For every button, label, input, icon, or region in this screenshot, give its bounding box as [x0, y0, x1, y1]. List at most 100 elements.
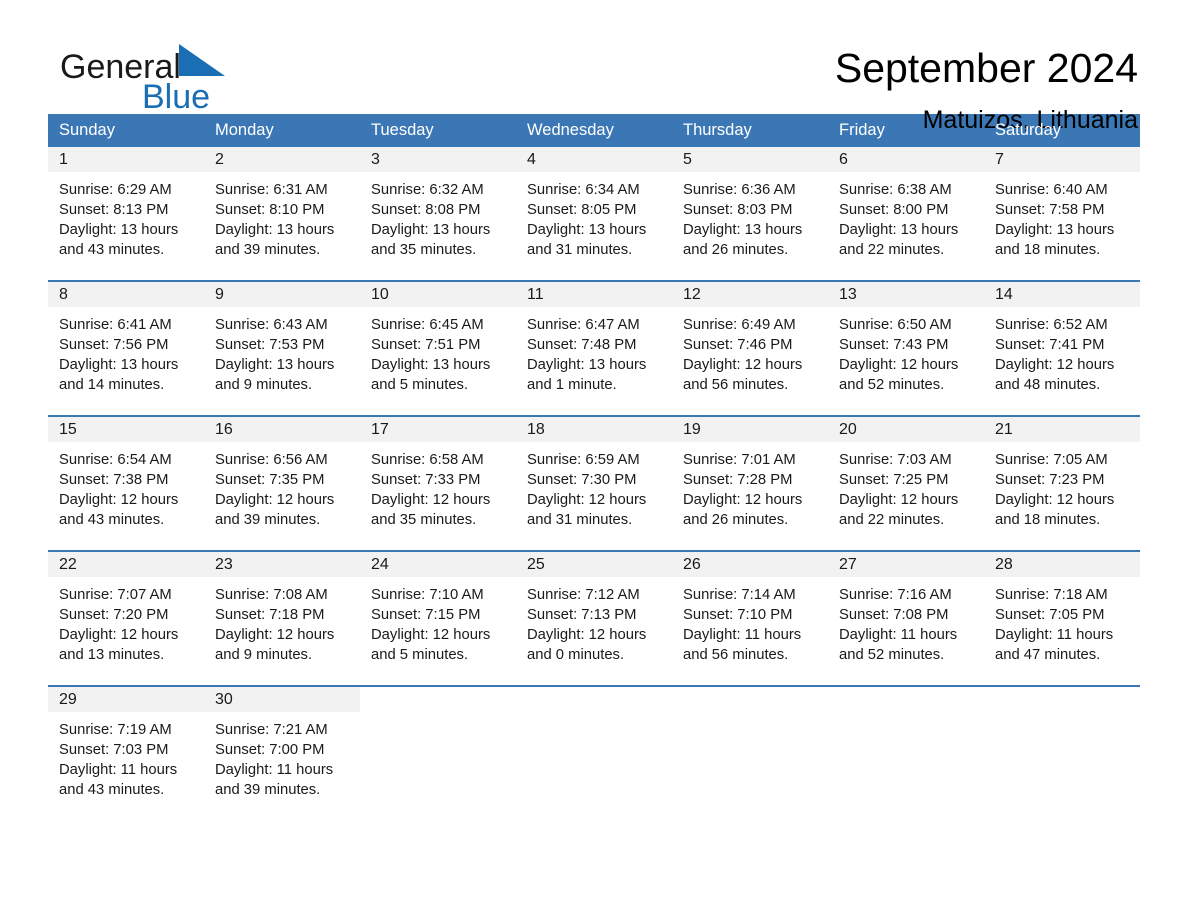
- sunrise-text: Sunrise: 6:34 AM: [527, 182, 640, 198]
- sunrise-text: Sunrise: 6:49 AM: [683, 317, 796, 333]
- sunset-text: Sunset: 7:15 PM: [371, 607, 481, 623]
- daylight-text-line1: Daylight: 13 hours: [371, 222, 491, 238]
- day-number-band: 25: [516, 552, 672, 577]
- day-number: 13: [839, 286, 857, 303]
- day-number: 30: [215, 691, 233, 708]
- day-cell[interactable]: 4 Sunrise: 6:34 AM Sunset: 8:05 PM Daylight…: [516, 147, 672, 280]
- day-cell[interactable]: 13 Sunrise: 6:50 AM Sunset: 7:43 PM Dayligh…: [828, 282, 984, 415]
- daylight-text-line2: and 47 minutes.: [995, 647, 1101, 663]
- day-cell[interactable]: 25 Sunrise: 7:12 AM Sunset: 7:13 PM Dayligh…: [516, 552, 672, 685]
- day-details: Sunrise: 7:19 AM Sunset: 7:03 PM Daylight:…: [48, 712, 204, 800]
- day-number: 8: [59, 286, 68, 303]
- daylight-text-line2: and 52 minutes.: [839, 377, 945, 393]
- daylight-text-line2: and 39 minutes.: [215, 512, 321, 528]
- sunset-text: Sunset: 8:05 PM: [527, 202, 637, 218]
- day-number-band: 10: [360, 282, 516, 307]
- daylight-text-line1: Daylight: 13 hours: [527, 357, 647, 373]
- day-number-band: [672, 687, 828, 712]
- daylight-text-line2: and 22 minutes.: [839, 242, 945, 258]
- sunrise-text: Sunrise: 6:52 AM: [995, 317, 1108, 333]
- daylight-text-line2: and 5 minutes.: [371, 377, 469, 393]
- day-number-band: 12: [672, 282, 828, 307]
- daylight-text-line2: and 48 minutes.: [995, 377, 1101, 393]
- sunrise-text: Sunrise: 6:40 AM: [995, 182, 1108, 198]
- daylight-text-line1: Daylight: 13 hours: [527, 222, 647, 238]
- day-cell[interactable]: 29 Sunrise: 7:19 AM Sunset: 7:03 PM Dayligh…: [48, 687, 204, 820]
- calendar-grid: Sunday Monday Tuesday Wednesday Thursday Frid…: [48, 114, 1140, 820]
- day-details: Sunrise: 7:07 AM Sunset: 7:20 PM Daylight:…: [48, 577, 204, 665]
- day-cell[interactable]: 17 Sunrise: 6:58 AM Sunset: 7:33 PM Dayligh…: [360, 417, 516, 550]
- daylight-text-line1: Daylight: 13 hours: [371, 357, 491, 373]
- sunset-text: Sunset: 7:10 PM: [683, 607, 793, 623]
- daylight-text-line1: Daylight: 12 hours: [995, 492, 1115, 508]
- day-cell[interactable]: 1 Sunrise: 6:29 AM Sunset: 8:13 PM Daylight…: [48, 147, 204, 280]
- daylight-text-line1: Daylight: 11 hours: [839, 627, 958, 643]
- sunset-text: Sunset: 7:13 PM: [527, 607, 637, 623]
- day-cell[interactable]: 2 Sunrise: 6:31 AM Sunset: 8:10 PM Daylight…: [204, 147, 360, 280]
- day-cell[interactable]: 12 Sunrise: 6:49 AM Sunset: 7:46 PM Dayligh…: [672, 282, 828, 415]
- daylight-text-line2: and 26 minutes.: [683, 512, 789, 528]
- sunrise-text: Sunrise: 6:36 AM: [683, 182, 796, 198]
- day-details: Sunrise: 6:47 AM Sunset: 7:48 PM Daylight:…: [516, 307, 672, 395]
- daylight-text-line1: Daylight: 13 hours: [839, 222, 959, 238]
- daylight-text-line2: and 14 minutes.: [59, 377, 165, 393]
- sunset-text: Sunset: 7:25 PM: [839, 472, 949, 488]
- day-number-band: 1: [48, 147, 204, 172]
- day-details: Sunrise: 6:29 AM Sunset: 8:13 PM Daylight:…: [48, 172, 204, 260]
- day-details: Sunrise: 6:36 AM Sunset: 8:03 PM Daylight:…: [672, 172, 828, 260]
- day-cell[interactable]: 30 Sunrise: 7:21 AM Sunset: 7:00 PM Dayligh…: [204, 687, 360, 820]
- sunrise-text: Sunrise: 7:07 AM: [59, 587, 172, 603]
- sunrise-text: Sunrise: 6:47 AM: [527, 317, 640, 333]
- sunrise-text: Sunrise: 6:31 AM: [215, 182, 328, 198]
- day-cell[interactable]: 22 Sunrise: 7:07 AM Sunset: 7:20 PM Dayligh…: [48, 552, 204, 685]
- day-cell[interactable]: 3 Sunrise: 6:32 AM Sunset: 8:08 PM Daylight…: [360, 147, 516, 280]
- day-details: Sunrise: 6:40 AM Sunset: 7:58 PM Daylight:…: [984, 172, 1140, 260]
- day-cell[interactable]: 16 Sunrise: 6:56 AM Sunset: 7:35 PM Dayligh…: [204, 417, 360, 550]
- calendar-week-row: 1 Sunrise: 6:29 AM Sunset: 8:13 PM Daylight…: [48, 147, 1140, 280]
- day-details: Sunrise: 6:45 AM Sunset: 7:51 PM Daylight:…: [360, 307, 516, 395]
- day-number: 24: [371, 556, 389, 573]
- day-cell[interactable]: 10 Sunrise: 6:45 AM Sunset: 7:51 PM Dayligh…: [360, 282, 516, 415]
- sunrise-text: Sunrise: 7:19 AM: [59, 722, 172, 738]
- day-cell[interactable]: 21 Sunrise: 7:05 AM Sunset: 7:23 PM Dayligh…: [984, 417, 1140, 550]
- day-details: Sunrise: 7:01 AM Sunset: 7:28 PM Daylight:…: [672, 442, 828, 530]
- day-number-band: 15: [48, 417, 204, 442]
- daylight-text-line1: Daylight: 12 hours: [683, 357, 803, 373]
- day-number: 20: [839, 421, 857, 438]
- day-cell[interactable]: 27 Sunrise: 7:16 AM Sunset: 7:08 PM Dayligh…: [828, 552, 984, 685]
- day-cell[interactable]: 6 Sunrise: 6:38 AM Sunset: 8:00 PM Daylight…: [828, 147, 984, 280]
- day-number-band: 23: [204, 552, 360, 577]
- day-cell[interactable]: 14 Sunrise: 6:52 AM Sunset: 7:41 PM Dayligh…: [984, 282, 1140, 415]
- day-cell[interactable]: 8 Sunrise: 6:41 AM Sunset: 7:56 PM Daylight…: [48, 282, 204, 415]
- day-number: 6: [839, 151, 848, 168]
- day-cell[interactable]: 20 Sunrise: 7:03 AM Sunset: 7:25 PM Dayligh…: [828, 417, 984, 550]
- day-number-band: 21: [984, 417, 1140, 442]
- day-cell[interactable]: 26 Sunrise: 7:14 AM Sunset: 7:10 PM Dayligh…: [672, 552, 828, 685]
- day-cell[interactable]: 18 Sunrise: 6:59 AM Sunset: 7:30 PM Dayligh…: [516, 417, 672, 550]
- page-title: September 2024: [834, 45, 1138, 91]
- sunset-text: Sunset: 7:23 PM: [995, 472, 1105, 488]
- day-cell[interactable]: 7 Sunrise: 6:40 AM Sunset: 7:58 PM Daylight…: [984, 147, 1140, 280]
- day-cell[interactable]: 28 Sunrise: 7:18 AM Sunset: 7:05 PM Dayligh…: [984, 552, 1140, 685]
- calendar-week-row: 29 Sunrise: 7:19 AM Sunset: 7:03 PM Dayligh…: [48, 685, 1140, 820]
- sunrise-text: Sunrise: 7:10 AM: [371, 587, 484, 603]
- day-details: Sunrise: 6:58 AM Sunset: 7:33 PM Daylight:…: [360, 442, 516, 530]
- day-cell[interactable]: 11 Sunrise: 6:47 AM Sunset: 7:48 PM Dayligh…: [516, 282, 672, 415]
- day-cell[interactable]: 5 Sunrise: 6:36 AM Sunset: 8:03 PM Daylight…: [672, 147, 828, 280]
- logo-triangle-icon: [178, 44, 225, 81]
- day-number: 9: [215, 286, 224, 303]
- day-cell[interactable]: 23 Sunrise: 7:08 AM Sunset: 7:18 PM Dayligh…: [204, 552, 360, 685]
- sunrise-text: Sunrise: 6:32 AM: [371, 182, 484, 198]
- day-details: Sunrise: 7:10 AM Sunset: 7:15 PM Daylight:…: [360, 577, 516, 665]
- day-number-band: 22: [48, 552, 204, 577]
- day-cell[interactable]: 9 Sunrise: 6:43 AM Sunset: 7:53 PM Daylight…: [204, 282, 360, 415]
- day-number: 5: [683, 151, 692, 168]
- sunset-text: Sunset: 8:13 PM: [59, 202, 169, 218]
- day-cell[interactable]: 24 Sunrise: 7:10 AM Sunset: 7:15 PM Dayligh…: [360, 552, 516, 685]
- day-cell[interactable]: 15 Sunrise: 6:54 AM Sunset: 7:38 PM Dayligh…: [48, 417, 204, 550]
- weekday-header-tuesday: Tuesday: [371, 121, 434, 139]
- day-cell[interactable]: 19 Sunrise: 7:01 AM Sunset: 7:28 PM Dayligh…: [672, 417, 828, 550]
- sunset-text: Sunset: 8:10 PM: [215, 202, 325, 218]
- daylight-text-line2: and 56 minutes.: [683, 377, 789, 393]
- daylight-text-line1: Daylight: 13 hours: [59, 222, 179, 238]
